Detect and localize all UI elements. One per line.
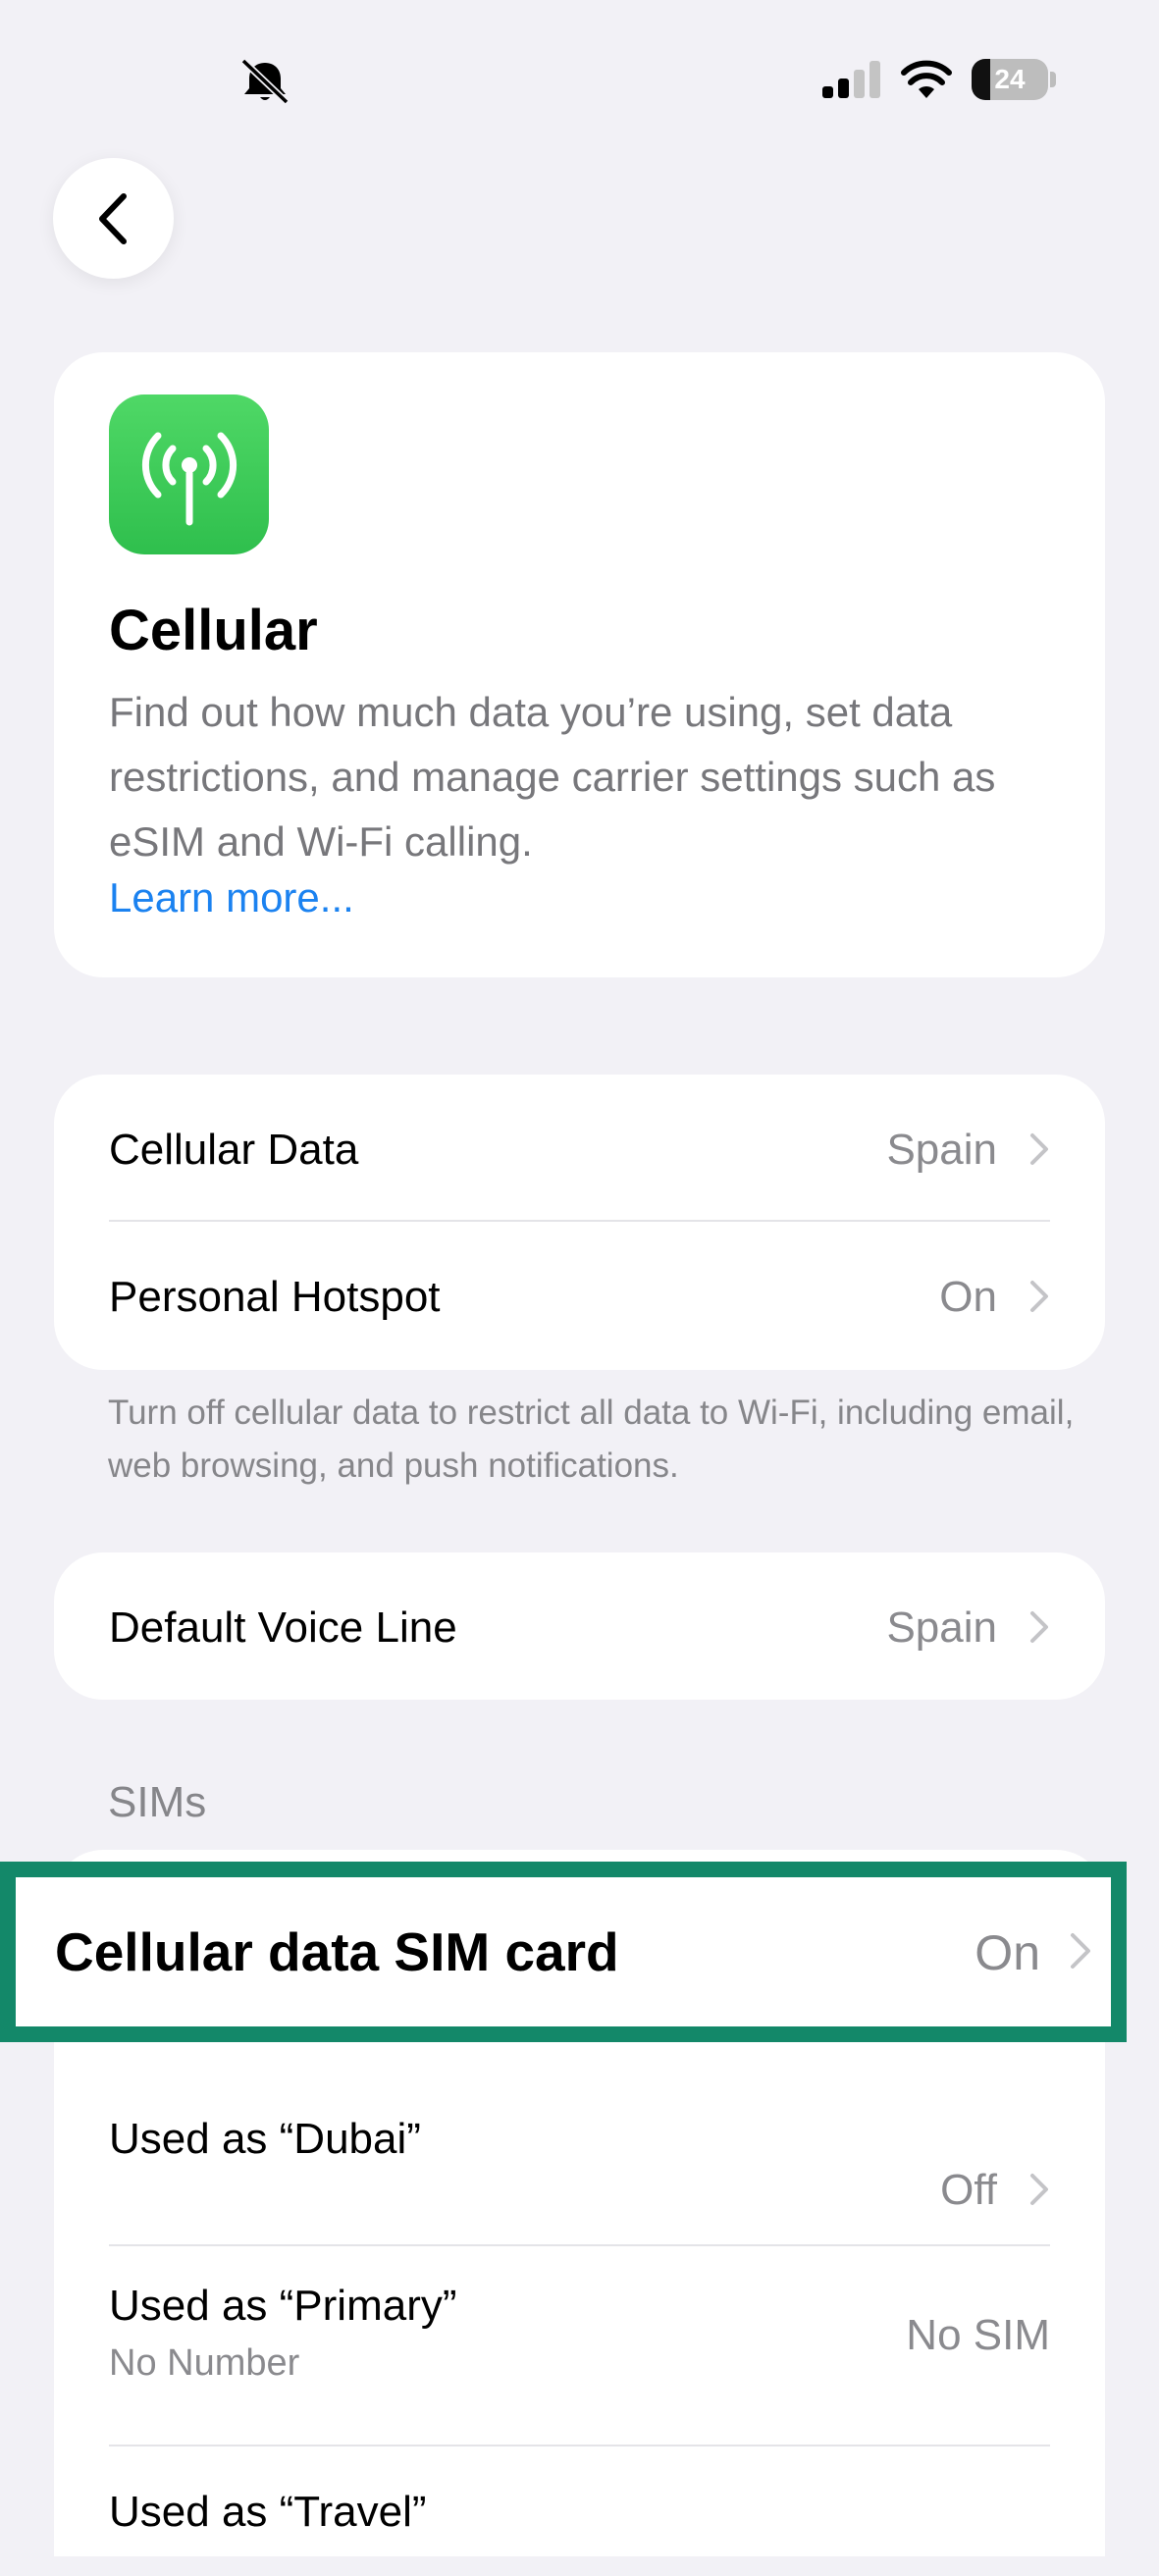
battery-tip [1050, 72, 1056, 87]
cellular-info-card: Cellular Find out how much data you’re u… [54, 352, 1105, 977]
sims-section-header: SIMs [108, 1778, 207, 1826]
cellular-data-value: Spain [886, 1126, 997, 1174]
cellular-signal-icon [822, 61, 880, 98]
back-button[interactable] [53, 158, 174, 279]
cellular-data-sim-row[interactable]: Cellular data SIM card On [0, 1862, 1127, 2042]
row-divider [109, 2445, 1050, 2446]
personal-hotspot-value: On [939, 1273, 997, 1321]
sim-row-dubai[interactable]: Used as “Dubai” Off [109, 2115, 1050, 2214]
default-voice-line-label: Default Voice Line [109, 1603, 457, 1652]
sim-row-travel[interactable]: Used as “Travel” [109, 2488, 1050, 2576]
voice-line-group: Default Voice Line Spain [54, 1552, 1105, 1700]
sim-travel-label: Used as “Travel” [109, 2488, 427, 2536]
chevron-right-icon [1030, 2174, 1048, 2205]
default-voice-line-row[interactable]: Default Voice Line Spain [109, 1582, 1050, 1670]
row-divider [109, 2244, 1050, 2246]
sim-row-primary[interactable]: Used as “Primary” No Number No SIM [109, 2282, 1050, 2419]
sim-primary-label: Used as “Primary” [109, 2282, 457, 2330]
cellular-data-sim-value: On [975, 1925, 1040, 1980]
bell-slash-icon [240, 58, 290, 104]
learn-more-link[interactable]: Learn more... [109, 874, 354, 921]
personal-hotspot-label: Personal Hotspot [109, 1273, 441, 1321]
cellular-data-label: Cellular Data [109, 1126, 359, 1174]
chevron-right-icon [1030, 1281, 1048, 1312]
sim-primary-value: No SIM [906, 2311, 1050, 2359]
chevron-right-icon [1030, 1611, 1048, 1643]
sim-primary-number: No Number [109, 2342, 300, 2384]
default-voice-line-value: Spain [886, 1603, 997, 1652]
battery-level: 24 [994, 64, 1026, 94]
row-divider [109, 1220, 1050, 1222]
wifi-icon [901, 60, 952, 98]
personal-hotspot-row[interactable]: Personal Hotspot On [109, 1251, 1050, 1340]
cellular-data-row[interactable]: Cellular Data Spain [109, 1104, 1050, 1192]
chevron-right-icon [1071, 1933, 1090, 1969]
battery-icon: 24 [972, 59, 1048, 100]
cellular-data-sim-label: Cellular data SIM card [55, 1921, 619, 1982]
page-title: Cellular [109, 599, 318, 662]
page-description: Find out how much data you’re using, set… [109, 689, 996, 865]
sim-dubai-label: Used as “Dubai” [109, 2115, 421, 2163]
sim-dubai-value: Off [940, 2166, 997, 2214]
data-settings-group: Cellular Data Spain Personal Hotspot On [54, 1075, 1105, 1370]
chevron-right-icon [1030, 1133, 1048, 1165]
cellular-data-footer: Turn off cellular data to restrict all d… [108, 1393, 1075, 1485]
chevron-left-icon [98, 192, 127, 244]
antenna-icon [109, 394, 269, 554]
